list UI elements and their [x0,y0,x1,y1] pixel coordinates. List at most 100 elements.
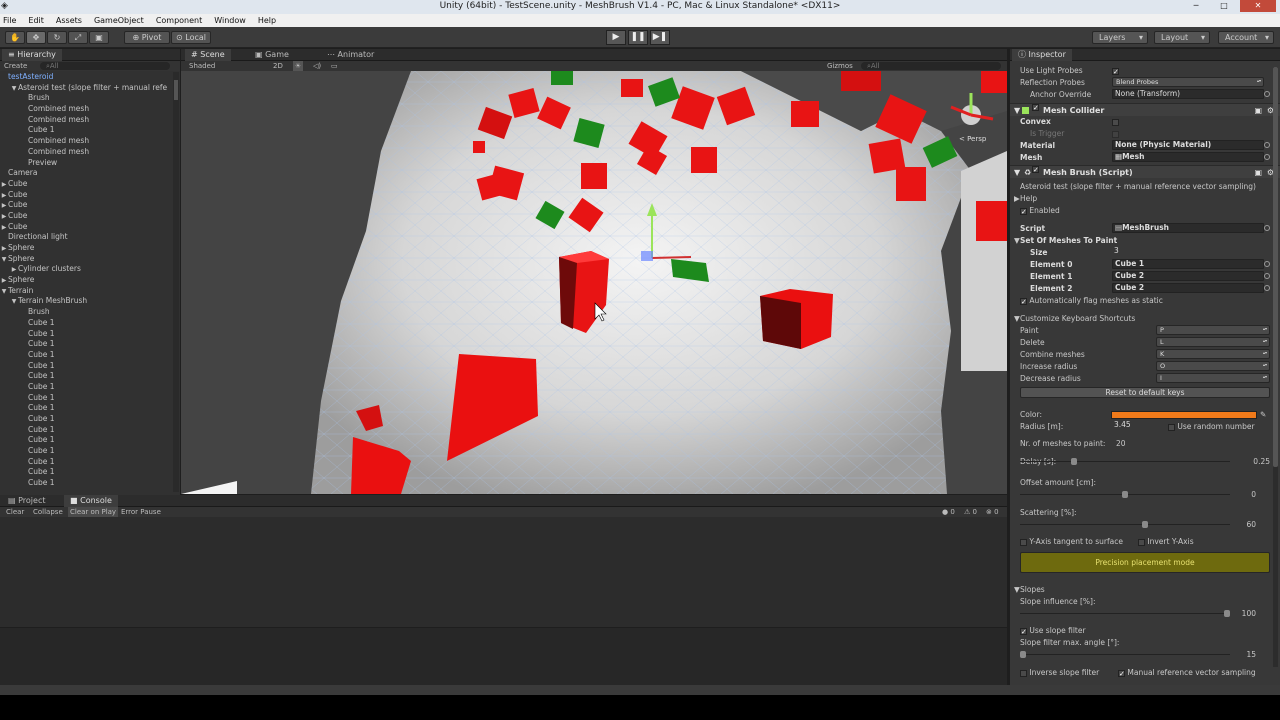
hierarchy-item[interactable]: Cube 1 [0,329,172,340]
create-dropdown[interactable]: Create [4,61,27,71]
menu-assets[interactable]: Assets [56,14,82,27]
collapse-button[interactable]: Collapse [33,507,63,517]
foldout-arrow-icon[interactable]: ▶ [0,244,8,254]
clear-on-play-button[interactable]: Clear on Play [68,507,119,517]
layout-dropdown[interactable]: Layout [1154,31,1210,44]
hierarchy-item[interactable]: testAsteroid [0,72,172,83]
step-button[interactable]: ▶❚ [650,30,670,45]
hierarchy-item[interactable]: Cube 1 [0,371,172,382]
foldout-arrow-icon[interactable]: ▼ [1014,166,1020,179]
offset-slider[interactable] [1020,489,1230,500]
console-detail-area[interactable] [0,627,1007,685]
hierarchy-item[interactable]: ▼ Terrain MeshBrush [0,296,172,307]
shortcuts-foldout[interactable]: ▼ Customize Keyboard Shortcuts [1014,313,1272,324]
foldout-arrow-icon[interactable]: ▼ [0,255,8,265]
menu-help[interactable]: Help [258,14,276,27]
invert-y-checkbox[interactable] [1138,538,1145,546]
hierarchy-item[interactable]: Cube 1 [0,361,172,372]
tab-game[interactable]: ▣ Game [249,49,295,61]
shortcut-dropdown[interactable]: K [1156,349,1270,359]
foldout-arrow-icon[interactable]: ▶ [0,223,8,233]
scale-tool-button[interactable]: ⤢ [68,31,88,44]
hierarchy-item[interactable]: ▶ Sphere [0,275,172,286]
inspector-scroll-thumb[interactable] [1273,67,1278,467]
foldout-arrow-icon[interactable]: ▼ [0,287,8,297]
slopes-foldout[interactable]: ▼ Slopes [1014,584,1272,595]
slope-influence-slider[interactable] [1020,608,1230,619]
minimize-button[interactable]: ─ [1184,0,1208,12]
tab-project[interactable]: ▤ Project [2,495,51,507]
hierarchy-item[interactable]: ▶ Cube [0,211,172,222]
tab-hierarchy[interactable]: ≡ Hierarchy [2,49,62,61]
reflection-probes-dropdown[interactable]: Blend Probes [1112,77,1264,87]
hierarchy-item[interactable]: Cube 1 [0,446,172,457]
hierarchy-item[interactable]: Cube 1 [0,467,172,478]
mesh-element-field[interactable]: Cube 1 [1112,259,1264,269]
scattering-slider[interactable] [1020,519,1230,530]
manual-ref-checkbox[interactable] [1118,669,1125,677]
foldout-arrow-icon[interactable]: ▶ [0,212,8,222]
hierarchy-scroll-thumb[interactable] [174,80,178,100]
gizmos-dropdown[interactable]: Gizmos [827,61,853,71]
hierarchy-item[interactable]: ▶ Cube [0,200,172,211]
hierarchy-item[interactable]: Cube 1 [0,425,172,436]
hierarchy-item[interactable]: Cube 1 [0,435,172,446]
auto-static-checkbox[interactable] [1020,297,1027,305]
hierarchy-item[interactable]: Combined mesh [0,104,172,115]
2d-toggle[interactable]: 2D [273,61,283,71]
object-picker-icon[interactable] [1264,154,1270,160]
slope-max-value[interactable]: 15 [1246,649,1256,660]
size-field[interactable]: 3 [1112,247,1264,257]
foldout-arrow-icon[interactable]: ▶ [0,191,8,201]
use-random-number-checkbox[interactable] [1168,423,1175,431]
foldout-arrow-icon[interactable]: ▼ [10,297,18,307]
scene-search-input[interactable]: ⌕All [861,62,1001,70]
inverse-slope-checkbox[interactable] [1020,669,1027,677]
mesh-element-field[interactable]: Cube 2 [1112,283,1264,293]
scattering-slider-track[interactable] [1020,524,1230,525]
hierarchy-item[interactable]: Brush [0,93,172,104]
pivot-toggle[interactable]: ⊕ Pivot [124,31,170,44]
radius-field[interactable]: 3.45 [1112,421,1158,431]
eyedropper-icon[interactable]: ✎ [1260,409,1266,420]
is-trigger-checkbox[interactable] [1112,130,1119,138]
slope-influence-value[interactable]: 100 [1242,608,1256,619]
set-of-meshes-foldout[interactable]: ▼ Set Of Meshes To Paint [1014,235,1272,246]
use-slope-filter-checkbox[interactable] [1020,627,1027,635]
help-foldout[interactable]: ▶ Help [1014,193,1272,204]
hierarchy-search-input[interactable]: ⌕All [40,62,170,70]
object-picker-icon[interactable] [1264,261,1270,267]
hierarchy-item[interactable]: Camera [0,168,172,179]
delay-slider-track[interactable] [1020,461,1230,462]
menu-component[interactable]: Component [156,14,202,27]
mesh-element-field[interactable]: Cube 2 [1112,271,1264,281]
lighting-toggle[interactable]: ☀ [293,61,303,71]
offset-slider-knob[interactable] [1122,491,1128,498]
reset-keys-button[interactable]: Reset to default keys [1020,387,1270,398]
color-swatch[interactable] [1111,411,1257,419]
scattering-slider-knob[interactable] [1142,521,1148,528]
hierarchy-item[interactable]: Cube 1 [0,393,172,404]
offset-value[interactable]: 0 [1251,489,1256,500]
rotate-tool-button[interactable]: ↻ [47,31,67,44]
script-field[interactable]: ▤MeshBrush [1112,223,1264,233]
hierarchy-item[interactable]: Cube 1 [0,318,172,329]
object-picker-icon[interactable] [1264,225,1270,231]
hierarchy-item[interactable]: Combined mesh [0,147,172,158]
hierarchy-item[interactable]: Cube 1 [0,339,172,350]
hierarchy-item[interactable]: Brush [0,307,172,318]
mesh-brush-header[interactable]: ▼ ♻ Mesh Brush (Script) ▣ ⚙ [1010,165,1280,178]
object-picker-icon[interactable] [1264,285,1270,291]
convex-checkbox[interactable] [1112,118,1119,126]
mesh-brush-enabled-checkbox[interactable] [1032,166,1039,173]
hierarchy-item[interactable]: ▼ Asteroid test (slope filter + manual re… [0,83,172,94]
object-picker-icon[interactable] [1264,91,1270,97]
hierarchy-item[interactable]: Combined mesh [0,115,172,126]
local-toggle[interactable]: ⊙ Local [171,31,211,44]
rect-tool-button[interactable]: ▣ [89,31,109,44]
object-picker-icon[interactable] [1264,273,1270,279]
tab-inspector[interactable]: ⓘ Inspector [1012,49,1072,61]
mesh-field[interactable]: ▦Mesh [1112,152,1264,162]
material-field[interactable]: None (Physic Material) [1112,140,1264,150]
delay-slider[interactable] [1020,456,1230,467]
